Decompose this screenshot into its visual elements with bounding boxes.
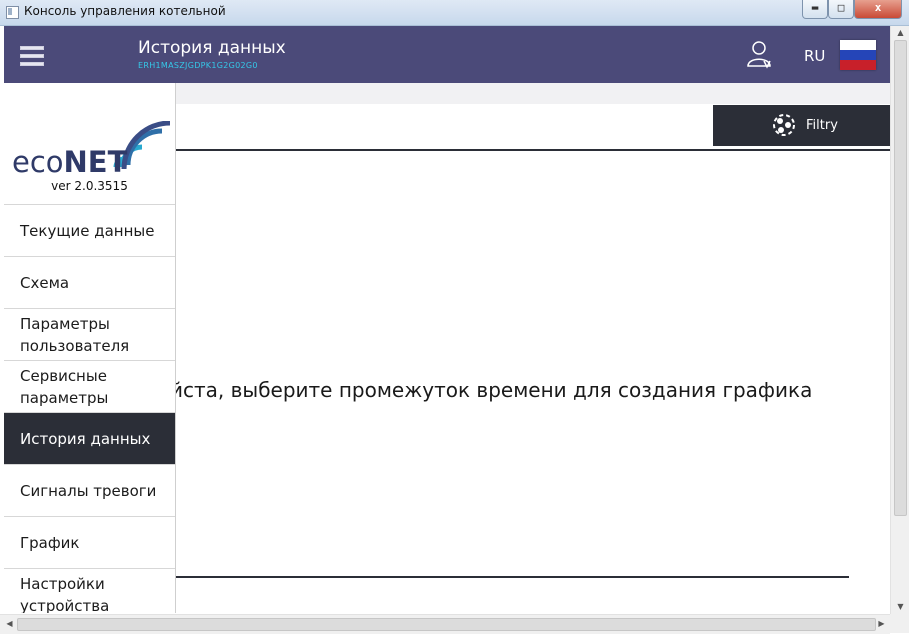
filter-label: Filtry [806,118,838,133]
sidebar-item-alarms[interactable]: Сигналы тревоги [4,464,175,516]
scrollbar-corner [890,614,909,633]
filter-icon [773,114,795,136]
horizontal-scrollbar[interactable]: ◀ ▶ [0,614,890,634]
window-title: Консоль управления котельной [24,4,226,18]
vertical-scroll-thumb[interactable] [894,40,907,516]
filter-button[interactable]: Filtry [713,105,890,146]
sidebar-item-user-parameters[interactable]: Параметры пользователя [4,308,175,360]
app-header: История данных ERH1MASZJGDPK1G2G02G0 RU [4,26,890,83]
divider-top [176,149,890,151]
sidebar-item-label: Схема [20,273,70,292]
sidebar-item-label: Параметры пользователя [20,314,130,355]
minimize-button[interactable]: ▬ [802,0,828,19]
app-window-icon [6,6,19,19]
toolbar-strip [176,83,890,104]
vertical-scrollbar[interactable]: ▲ ▼ [890,26,909,614]
sidebar-item-label: Текущие данные [20,221,155,240]
horizontal-scroll-thumb[interactable] [17,618,876,631]
econet-logo: ecoNET ver 2.0.3515 [4,83,175,203]
sidebar-item-schedule[interactable]: График [4,516,175,568]
sidebar-item-service-parameters[interactable]: Сервисные параметры [4,360,175,412]
hamburger-icon[interactable] [20,46,44,66]
sidebar-menu: Текущие данные Схема Параметры пользоват… [4,204,175,613]
sidebar-item-label: Настройки устройства [20,574,110,614]
device-id: ERH1MASZJGDPK1G2G02G0 [138,61,258,70]
sidebar-item-device-settings[interactable]: Настройки устройства [4,568,175,613]
sidebar-item-label: Сигналы тревоги [20,481,157,500]
sidebar-item-label: Сервисные параметры [20,366,109,407]
window-titlebar: Консоль управления котельной ▬ □ x [0,0,909,26]
sidebar-item-current-data[interactable]: Текущие данные [4,204,175,256]
sidebar-item-label: История данных [20,429,151,448]
sidebar-item-label: График [20,533,80,552]
sidebar-item-scheme[interactable]: Схема [4,256,175,308]
logo-wordmark: ecoNET [12,145,127,179]
scroll-down-icon[interactable]: ▼ [891,602,909,611]
divider-bottom [176,576,849,578]
empty-state-message: йста, выберите промежуток времени для со… [170,378,813,402]
sidebar-item-data-history[interactable]: История данных [4,412,175,464]
russia-flag-icon[interactable] [840,40,876,70]
language-selector[interactable]: RU [804,47,825,65]
logo-text-bold: NET [63,145,128,179]
scroll-right-icon[interactable]: ▶ [872,619,891,628]
app-version: ver 2.0.3515 [51,179,128,193]
sidebar: ecoNET ver 2.0.3515 Текущие данные Схема… [4,83,176,613]
main-content: Filtry йста, выберите промежуток времени… [170,104,890,614]
page-title: История данных [138,38,286,58]
logo-text-light: eco [12,145,64,179]
maximize-button[interactable]: □ [828,0,854,19]
close-button[interactable]: x [854,0,902,19]
user-settings-icon[interactable] [746,39,776,69]
scroll-up-icon[interactable]: ▲ [891,28,909,37]
